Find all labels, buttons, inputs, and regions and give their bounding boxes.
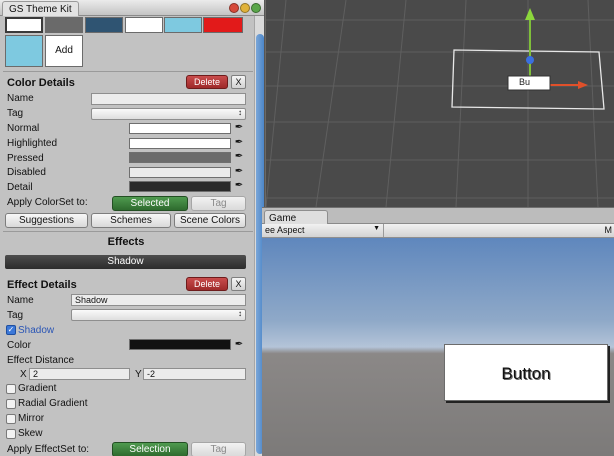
highlighted-label: Highlighted [7,138,58,149]
dropdown-arrows-icon: ↕ [238,309,242,318]
game-toolbar: ee Aspect ▼ M [262,224,614,238]
apply-effect-tag-button[interactable]: Tag [191,442,246,456]
color-tag-label: Tag [7,108,24,119]
swatch-red[interactable] [203,17,243,33]
swatch-light-blue[interactable] [164,17,202,33]
distance-y-input[interactable]: -2 [143,368,246,380]
apply-selected-button[interactable]: Selected [112,196,188,211]
distance-y-label: Y [135,369,142,380]
effect-name-input[interactable]: Shadow [71,294,246,306]
scene-object-label[interactable]: Bu [519,77,530,87]
add-swatch-button[interactable]: Add [45,35,83,67]
panel-tab[interactable]: GS Theme Kit [2,1,79,16]
swatch-grey[interactable] [45,17,83,33]
game-button-label: Button [501,364,551,383]
apply-effectset-label: Apply EffectSet to: [7,444,90,455]
eyedropper-icon[interactable]: ✒ [233,339,245,351]
swatch-divider [3,71,253,72]
distance-x-input[interactable]: 2 [29,368,130,380]
game-tabbar: Game [262,207,614,225]
zoom-window-icon[interactable] [251,3,261,13]
dropdown-arrows-icon: ↕ [238,108,242,117]
shadow-effect-bar[interactable]: Shadow [5,255,246,269]
shadow-color-label: Color [7,340,31,351]
detail-color-field[interactable] [129,181,231,192]
color-name-input[interactable] [91,93,246,105]
shadow-checkbox[interactable]: ✓ [6,325,16,335]
eyedropper-icon[interactable]: ✒ [233,122,245,134]
scene-colors-button[interactable]: Scene Colors [174,213,246,228]
effects-divider [3,231,253,232]
eyedropper-icon[interactable]: ✒ [233,151,245,163]
gradient-label: Gradient [18,383,57,394]
effect-distance-label: Effect Distance [7,355,75,366]
effect-details-heading: Effect Details [7,279,77,291]
eyedropper-icon[interactable]: ✒ [233,166,245,178]
color-details-heading: Color Details [7,77,75,89]
scene-grid [266,0,614,207]
effect-tag-label: Tag [7,310,24,321]
color-close-button[interactable]: X [231,75,246,89]
effect-tag-dropdown[interactable]: ↕ [71,309,246,321]
game-tab-label: Game [269,213,297,224]
pressed-label: Pressed [7,153,44,164]
apply-colorset-label: Apply ColorSet to: [7,197,88,208]
aspect-dropdown[interactable]: ee Aspect ▼ [262,224,384,237]
radial-gradient-label: Radial Gradient [18,398,88,409]
disabled-label: Disabled [7,167,46,178]
swatch-white[interactable] [5,17,43,33]
chevron-down-icon: ▼ [373,225,380,232]
aspect-label: ee Aspect [265,225,305,235]
swatch-white-2[interactable] [125,17,163,33]
apply-selection-button[interactable]: Selection [112,442,188,456]
game-button[interactable]: Button [444,344,608,401]
eyedropper-icon[interactable]: ✒ [233,180,245,192]
mirror-label: Mirror [18,413,45,424]
skew-checkbox[interactable] [6,429,16,439]
apply-tag-button[interactable]: Tag [191,196,246,211]
distance-x-label: X [20,369,27,380]
game-view[interactable]: Button [262,238,614,456]
color-name-label: Name [7,93,34,104]
shadow-checkbox-label[interactable]: Shadow [18,325,54,337]
effect-name-label: Name [7,295,34,306]
panel-titlebar: GS Theme Kit [0,0,264,16]
radial-gradient-checkbox[interactable] [6,399,16,409]
gradient-checkbox[interactable] [6,384,16,394]
normal-color-field[interactable] [129,123,231,134]
minimize-window-icon[interactable] [240,3,250,13]
theme-kit-panel: GS Theme Kit Add Color Details Delete X … [0,0,265,456]
detail-label: Detail [7,182,33,193]
suggestions-button[interactable]: Suggestions [5,213,88,228]
normal-label: Normal [7,123,40,134]
effects-heading: Effects [107,236,145,248]
pressed-color-field[interactable] [129,152,231,163]
effect-close-button[interactable]: X [231,277,246,291]
close-window-icon[interactable] [229,3,239,13]
maximize-on-play-toggle[interactable]: M [605,225,613,235]
panel-title: GS Theme Kit [9,4,72,15]
schemes-button[interactable]: Schemes [91,213,171,228]
highlighted-color-field[interactable] [129,138,231,149]
swatch-navy[interactable] [85,17,123,33]
skew-label: Skew [18,428,43,439]
scene-view[interactable]: Bu [266,0,614,207]
game-tab[interactable]: Game [264,210,328,225]
eyedropper-icon[interactable]: ✒ [233,137,245,149]
shadow-color-field[interactable] [129,339,231,350]
effect-delete-button[interactable]: Delete [186,277,228,291]
disabled-color-field[interactable] [129,167,231,178]
color-delete-button[interactable]: Delete [186,75,228,89]
add-swatch-label: Add [55,45,73,56]
color-tag-dropdown[interactable]: ↕ [91,108,246,120]
swatch-selected-light-blue[interactable] [5,35,43,67]
mirror-checkbox[interactable] [6,414,16,424]
